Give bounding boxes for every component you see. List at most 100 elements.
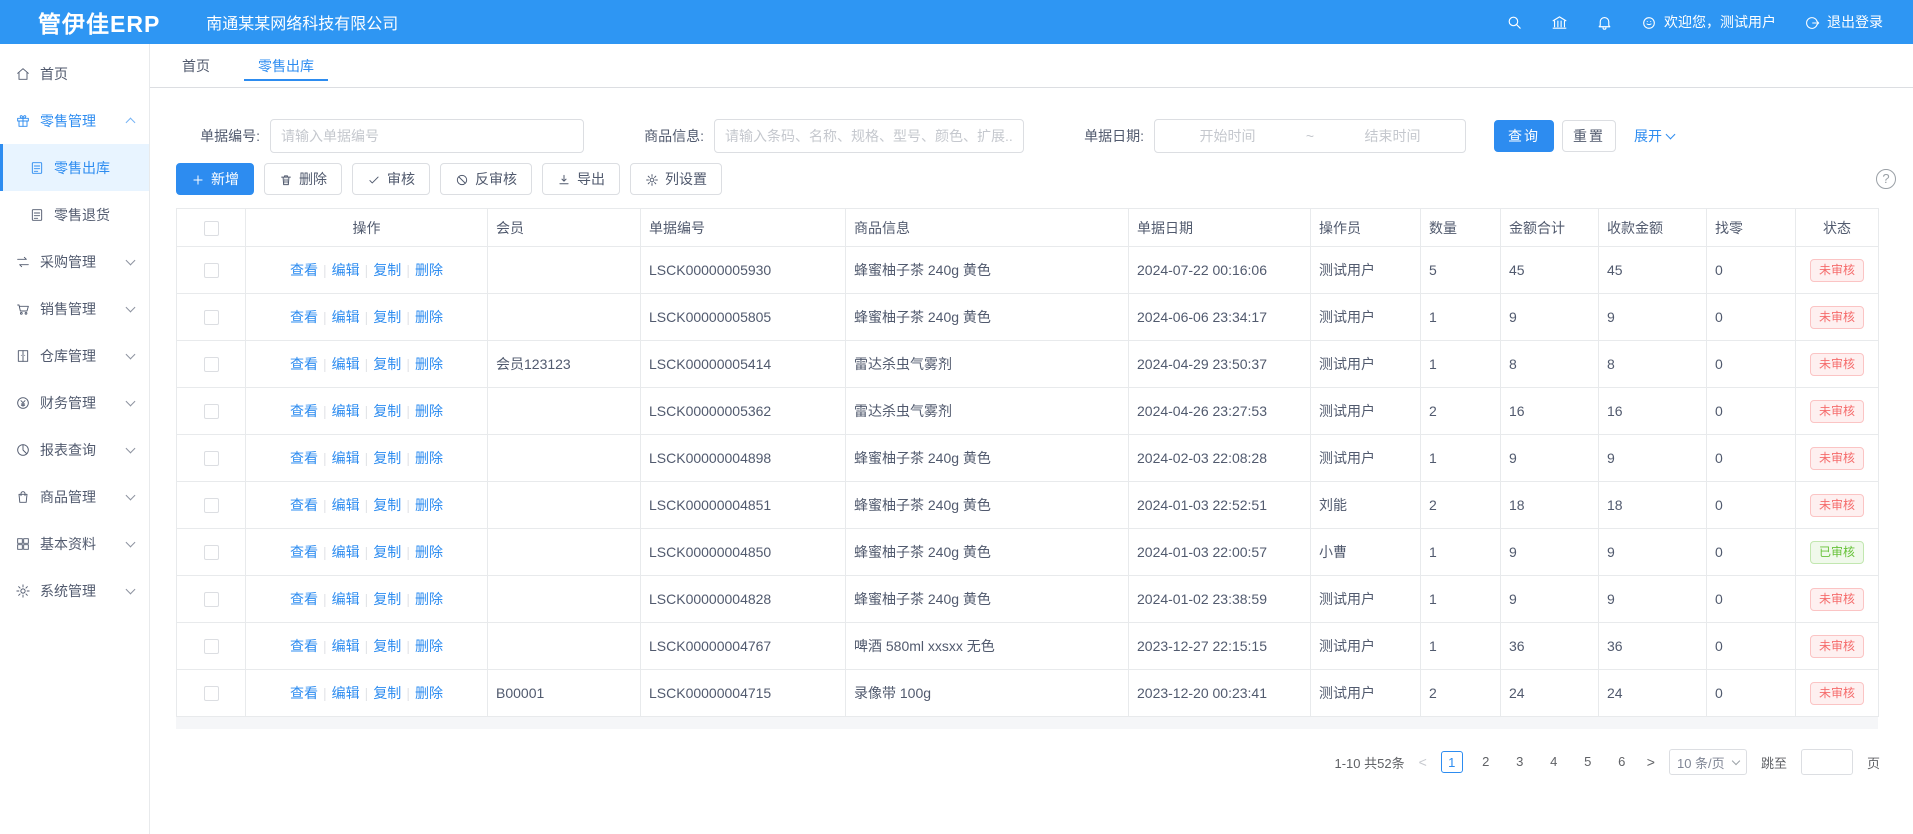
prev-page-button[interactable]: < (1419, 754, 1427, 770)
sidebar-item-retail-outbound[interactable]: 零售出库 (0, 144, 149, 191)
change-cell: 0 (1707, 576, 1796, 623)
page-number[interactable]: 2 (1475, 751, 1497, 773)
edit-link[interactable]: 编辑 (332, 309, 360, 325)
row-checkbox[interactable] (204, 404, 219, 419)
sidebar-item-goods-manage[interactable]: 商品管理 (0, 473, 149, 520)
reset-button[interactable]: 重置 (1562, 120, 1616, 152)
export-button[interactable]: 导出 (542, 163, 620, 195)
copy-link[interactable]: 复制 (373, 638, 401, 654)
edit-link[interactable]: 编辑 (332, 638, 360, 654)
action-toolbar: 新增删除审核反审核导出列设置? (176, 163, 1878, 195)
row-checkbox[interactable] (204, 545, 219, 560)
jump-page-input[interactable] (1801, 749, 1853, 775)
edit-link[interactable]: 编辑 (332, 403, 360, 419)
view-link[interactable]: 查看 (290, 450, 318, 466)
page-number[interactable]: 6 (1611, 751, 1633, 773)
page-number[interactable]: 4 (1543, 751, 1565, 773)
delete-link[interactable]: 删除 (415, 450, 443, 466)
sidebar-item-warehouse-manage[interactable]: 仓库管理 (0, 332, 149, 379)
horizontal-scrollbar[interactable] (176, 717, 1878, 729)
row-checkbox[interactable] (204, 639, 219, 654)
product-info-input[interactable] (714, 119, 1024, 153)
delete-link[interactable]: 删除 (415, 591, 443, 607)
delete-link[interactable]: 删除 (415, 544, 443, 560)
copy-link[interactable]: 复制 (373, 356, 401, 372)
edit-link[interactable]: 编辑 (332, 685, 360, 701)
view-link[interactable]: 查看 (290, 638, 318, 654)
row-checkbox[interactable] (204, 451, 219, 466)
copy-link[interactable]: 复制 (373, 685, 401, 701)
view-link[interactable]: 查看 (290, 544, 318, 560)
date-range-picker[interactable]: 开始时间 ~ 结束时间 (1154, 119, 1466, 153)
view-link[interactable]: 查看 (290, 356, 318, 372)
view-link[interactable]: 查看 (290, 403, 318, 419)
edit-link[interactable]: 编辑 (332, 497, 360, 513)
select-all-checkbox[interactable] (204, 221, 219, 236)
page-number[interactable]: 5 (1577, 751, 1599, 773)
edit-link[interactable]: 编辑 (332, 544, 360, 560)
delete-button[interactable]: 删除 (264, 163, 342, 195)
edit-link[interactable]: 编辑 (332, 450, 360, 466)
sidebar-item-report-query[interactable]: 报表查询 (0, 426, 149, 473)
copy-link[interactable]: 复制 (373, 403, 401, 419)
copy-link[interactable]: 复制 (373, 309, 401, 325)
audit-button[interactable]: 审核 (352, 163, 430, 195)
column-settings-button[interactable]: 列设置 (630, 163, 722, 195)
view-link[interactable]: 查看 (290, 262, 318, 278)
sidebar-item-retail-manage[interactable]: 零售管理 (0, 97, 149, 144)
copy-link[interactable]: 复制 (373, 450, 401, 466)
search-button[interactable]: 查询 (1494, 120, 1554, 152)
row-checkbox[interactable] (204, 686, 219, 701)
row-checkbox[interactable] (204, 310, 219, 325)
sidebar-item-label: 商品管理 (40, 487, 96, 507)
sidebar-item-home[interactable]: 首页 (0, 50, 149, 97)
sidebar-item-label: 零售退货 (54, 205, 110, 225)
column-header: 会员 (488, 209, 641, 247)
row-checkbox[interactable] (204, 357, 219, 372)
tab-retail-outbound[interactable]: 零售出库 (242, 44, 330, 87)
delete-link[interactable]: 删除 (415, 262, 443, 278)
sidebar-item-finance-manage[interactable]: 财务管理 (0, 379, 149, 426)
delete-link[interactable]: 删除 (415, 309, 443, 325)
edit-link[interactable]: 编辑 (332, 356, 360, 372)
add-button[interactable]: 新增 (176, 163, 254, 195)
sidebar-item-system-manage[interactable]: 系统管理 (0, 567, 149, 614)
copy-link[interactable]: 复制 (373, 497, 401, 513)
delete-link[interactable]: 删除 (415, 356, 443, 372)
copy-link[interactable]: 复制 (373, 591, 401, 607)
view-link[interactable]: 查看 (290, 591, 318, 607)
welcome-user[interactable]: 欢迎您，测试用户 (1641, 12, 1776, 32)
delete-link[interactable]: 删除 (415, 403, 443, 419)
row-checkbox[interactable] (204, 592, 219, 607)
bank-icon[interactable] (1551, 14, 1568, 31)
delete-link[interactable]: 删除 (415, 638, 443, 654)
view-link[interactable]: 查看 (290, 685, 318, 701)
sidebar-item-retail-return[interactable]: 零售退货 (0, 191, 149, 238)
bell-icon[interactable] (1596, 14, 1613, 31)
next-page-button[interactable]: > (1647, 754, 1655, 770)
delete-link[interactable]: 删除 (415, 497, 443, 513)
sidebar-item-purchase-manage[interactable]: 采购管理 (0, 238, 149, 285)
edit-link[interactable]: 编辑 (332, 591, 360, 607)
tab-home[interactable]: 首页 (166, 44, 226, 87)
row-checkbox[interactable] (204, 498, 219, 513)
status-cell: 未审核 (1796, 670, 1879, 717)
view-link[interactable]: 查看 (290, 309, 318, 325)
bill-no-input[interactable] (270, 119, 584, 153)
help-button[interactable]: ? (1876, 169, 1896, 189)
delete-link[interactable]: 删除 (415, 685, 443, 701)
view-link[interactable]: 查看 (290, 497, 318, 513)
unaudit-button[interactable]: 反审核 (440, 163, 532, 195)
copy-link[interactable]: 复制 (373, 544, 401, 560)
page-number[interactable]: 1 (1441, 751, 1463, 773)
row-checkbox[interactable] (204, 263, 219, 278)
search-icon[interactable] (1506, 14, 1523, 31)
expand-link[interactable]: 展开 (1634, 119, 1674, 153)
page-number[interactable]: 3 (1509, 751, 1531, 773)
sidebar-item-sales-manage[interactable]: 销售管理 (0, 285, 149, 332)
page-size-select[interactable]: 10 条/页 (1669, 749, 1747, 775)
logout-button[interactable]: 退出登录 (1804, 12, 1883, 32)
copy-link[interactable]: 复制 (373, 262, 401, 278)
sidebar-item-basic-data[interactable]: 基本资料 (0, 520, 149, 567)
edit-link[interactable]: 编辑 (332, 262, 360, 278)
